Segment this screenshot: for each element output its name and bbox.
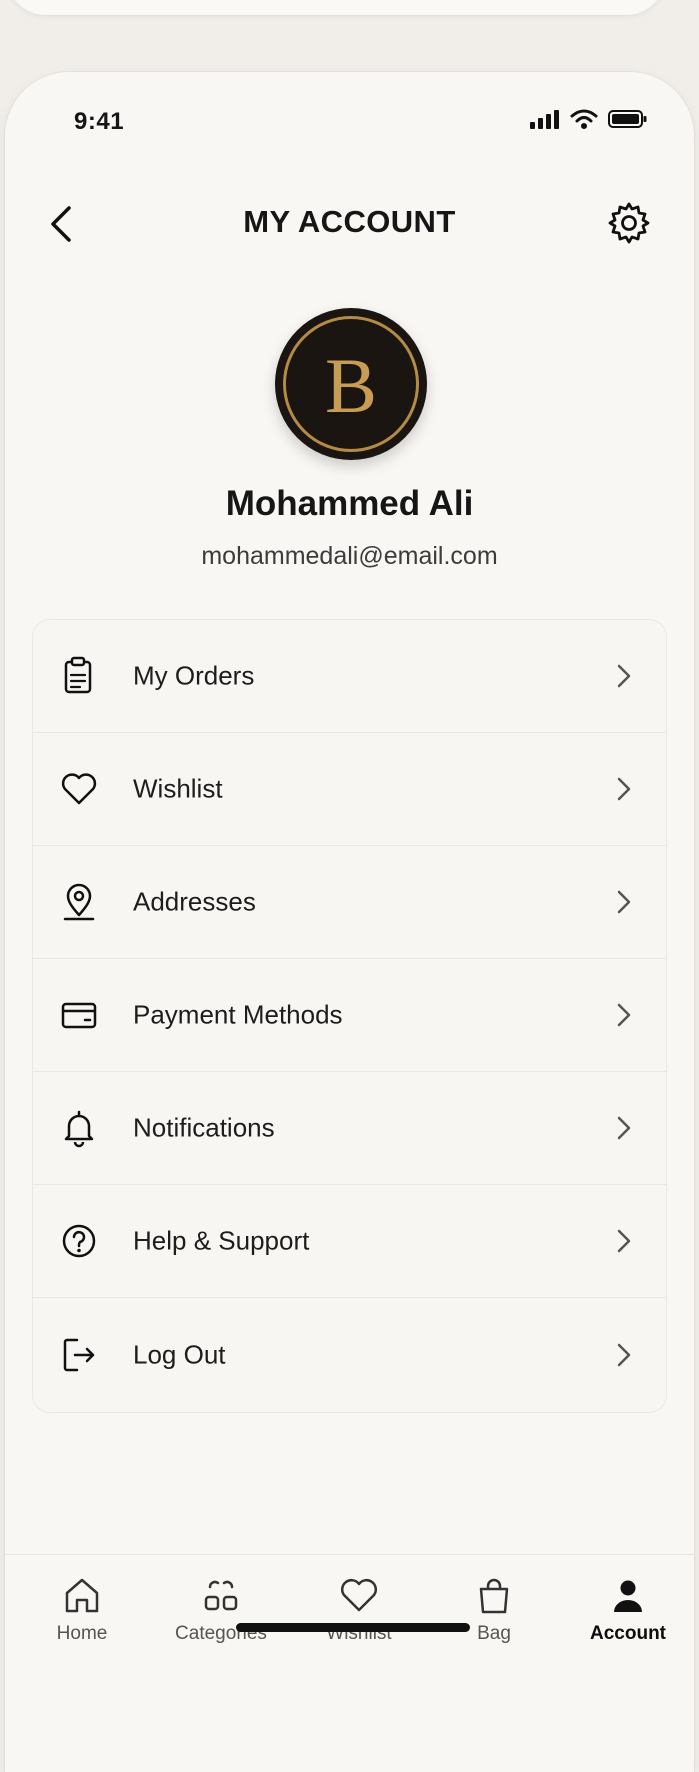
bell-icon [64,1110,94,1148]
menu-item-label: Help & Support [133,1225,310,1256]
signal-icon [530,110,559,129]
menu-item-notifications[interactable]: Notifications [33,1072,666,1185]
nav-item-wishlist[interactable]: Wishlist [294,1575,424,1645]
wifi-icon [570,109,598,129]
avatar-ring [283,316,419,452]
heart-icon [341,1579,377,1612]
chevron-right-icon [617,777,631,801]
nav-label: Account [590,1623,666,1644]
menu-item-payment-methods[interactable]: Payment Methods [33,959,666,1072]
location-pin-icon [63,883,95,921]
nav-label: Home [56,1623,108,1644]
chevron-right-icon [617,1116,631,1140]
menu-item-log-out[interactable]: Log Out [33,1298,666,1411]
bag-icon [479,1578,509,1614]
home-icon [65,1578,99,1613]
user-icon [614,1580,642,1612]
phone-screen: 9:41 MY ACCOUNT B Mohammed Ali mohammeda… [5,72,694,1772]
chevron-right-icon [617,664,631,688]
logout-icon [63,1338,95,1371]
menu-item-label: My Orders [133,660,255,691]
menu-item-wishlist[interactable]: Wishlist [33,733,666,846]
settings-button[interactable] [606,200,652,246]
menu-item-label: Payment Methods [133,999,343,1030]
orders-icon [64,656,92,694]
home-indicator[interactable] [236,1623,470,1632]
profile-email: mohammedali@email.com [201,542,498,570]
menu-item-addresses[interactable]: Addresses [33,846,666,959]
nav-item-account[interactable]: Account [563,1575,693,1645]
status-icons [530,108,648,130]
chevron-right-icon [617,1343,631,1366]
gear-icon [608,202,650,244]
chevron-right-icon [617,1003,631,1027]
heart-icon [61,773,97,805]
profile-name: Mohammed Ali [225,484,474,523]
menu-item-my-orders[interactable]: My Orders [33,620,666,733]
account-menu: My Orders Wishlist Addresses Payment Met… [32,619,667,1413]
menu-item-help-support[interactable]: Help & Support [33,1185,666,1298]
previous-screen-edge [6,0,666,15]
menu-item-label: Addresses [133,886,256,917]
bottom-nav: Home Categories Wishlist Bag Account [5,1554,694,1772]
categories-icon [204,1580,238,1611]
menu-item-label: Log Out [133,1339,226,1369]
help-circle-icon [62,1224,96,1258]
nav-item-categories[interactable]: Categories [156,1575,286,1645]
avatar: B [275,308,427,460]
nav-item-bag[interactable]: Bag [429,1575,559,1645]
menu-item-label: Wishlist [133,773,223,804]
chevron-right-icon [617,890,631,914]
credit-card-icon [61,1002,97,1029]
menu-item-label: Notifications [133,1112,275,1143]
chevron-right-icon [617,1229,631,1253]
status-time: 9:41 [74,108,125,135]
nav-item-home[interactable]: Home [17,1575,147,1645]
battery-icon [608,110,647,128]
page-title: MY ACCOUNT [243,204,456,239]
